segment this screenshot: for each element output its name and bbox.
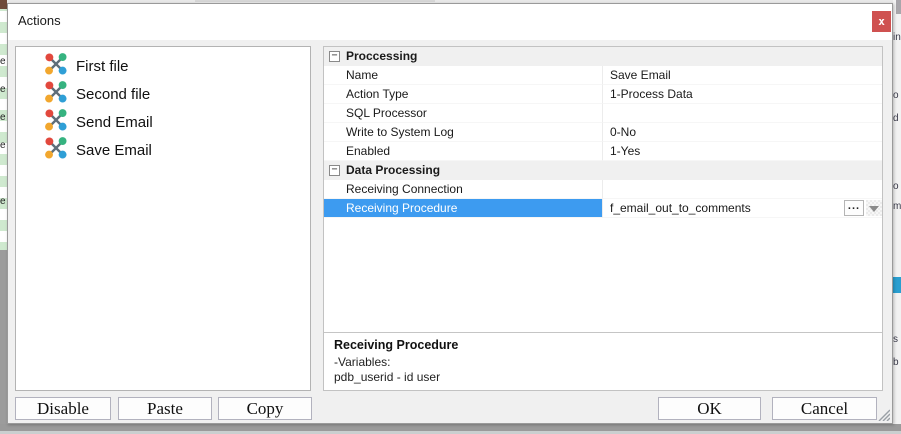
property-row-name[interactable]: Name Save Email (324, 66, 882, 85)
property-value[interactable]: 0-No (602, 123, 882, 142)
property-value[interactable] (602, 180, 882, 199)
collapse-icon[interactable]: − (329, 51, 340, 62)
property-value-editor[interactable]: f_email_out_to_comments ... (602, 199, 882, 218)
background-text-fragment: s (893, 334, 901, 345)
background-text-fragment: m (893, 201, 901, 212)
action-icon (45, 81, 67, 107)
property-name: Enabled (324, 142, 602, 161)
property-row-sql-processor[interactable]: SQL Processor (324, 104, 882, 123)
list-item-send-email[interactable]: Send Email (16, 108, 310, 136)
background-text-fragment: e (0, 140, 7, 151)
property-row-receiving-connection[interactable]: Receiving Connection (324, 180, 882, 199)
collapse-icon[interactable]: − (329, 165, 340, 176)
description-line: pdb_userid - id user (334, 370, 872, 385)
property-name: Receiving Procedure (324, 199, 602, 218)
list-item-label: Send Email (76, 114, 153, 131)
property-name: Name (324, 66, 602, 85)
action-icon (45, 137, 67, 163)
background-text-fragment: e (0, 196, 7, 207)
list-item-first-file[interactable]: First file (16, 52, 310, 80)
background-text-fragment: in (893, 32, 901, 43)
list-item-second-file[interactable]: Second file (16, 80, 310, 108)
dropdown-button[interactable] (866, 200, 882, 216)
list-item-save-email[interactable]: Save Email (16, 136, 310, 164)
property-value: f_email_out_to_comments (610, 201, 751, 215)
background-text-fragment: b (893, 357, 901, 368)
actions-dialog: Actions x First file Second file (7, 3, 893, 424)
property-value[interactable]: 1-Yes (602, 142, 882, 161)
property-name: SQL Processor (324, 104, 602, 123)
list-item-label: First file (76, 58, 129, 75)
title-bar[interactable]: Actions x (8, 4, 892, 40)
copy-button[interactable]: Copy (218, 397, 312, 420)
action-icon (45, 53, 67, 79)
background-text-fragment: d (893, 113, 901, 124)
action-icon (45, 109, 67, 135)
background-text-fragment: e (0, 112, 7, 123)
property-grid: − Proccessing Name Save Email Action Typ… (323, 46, 883, 391)
background-window-fragment (0, 0, 7, 9)
background-text-fragment: o (893, 90, 901, 101)
property-value[interactable] (602, 104, 882, 123)
background-window-strip (893, 0, 901, 434)
property-row-action-type[interactable]: Action Type 1-Process Data (324, 85, 882, 104)
close-icon[interactable]: x (872, 11, 891, 32)
property-name: Action Type (324, 85, 602, 104)
action-list: First file Second file Send Email (15, 46, 311, 391)
section-label: Proccessing (346, 47, 417, 66)
resize-grip[interactable] (876, 408, 890, 421)
ok-button[interactable]: OK (658, 397, 761, 420)
property-row-enabled[interactable]: Enabled 1-Yes (324, 142, 882, 161)
list-item-label: Save Email (76, 142, 152, 159)
property-name: Receiving Connection (324, 180, 602, 199)
property-value[interactable]: Save Email (602, 66, 882, 85)
chevron-down-icon (869, 206, 879, 212)
property-description-pane: Receiving Procedure -Variables: pdb_user… (324, 332, 882, 390)
description-line: -Variables: (334, 355, 872, 370)
property-value[interactable]: 1-Process Data (602, 85, 882, 104)
background-text-fragment: e (0, 84, 7, 95)
section-header-proccessing[interactable]: − Proccessing (324, 47, 882, 66)
background-selected-row-fragment (893, 277, 901, 293)
background-text-fragment: o (893, 181, 901, 192)
cancel-button[interactable]: Cancel (772, 397, 877, 420)
background-window-edge (195, 0, 435, 2)
section-header-data-processing[interactable]: − Data Processing (324, 161, 882, 180)
dialog-title: Actions (18, 13, 61, 28)
background-text-fragment: e (0, 56, 7, 67)
background-window-fragment (896, 0, 901, 14)
description-title: Receiving Procedure (334, 338, 872, 352)
property-row-write-to-system-log[interactable]: Write to System Log 0-No (324, 123, 882, 142)
section-label: Data Processing (346, 161, 440, 180)
property-name: Write to System Log (324, 123, 602, 142)
disable-button[interactable]: Disable (15, 397, 111, 420)
ellipsis-button[interactable]: ... (844, 200, 864, 216)
property-row-receiving-procedure[interactable]: Receiving Procedure f_email_out_to_comme… (324, 199, 882, 218)
list-item-label: Second file (76, 86, 150, 103)
background-window-fragment (0, 250, 7, 434)
paste-button[interactable]: Paste (118, 397, 212, 420)
